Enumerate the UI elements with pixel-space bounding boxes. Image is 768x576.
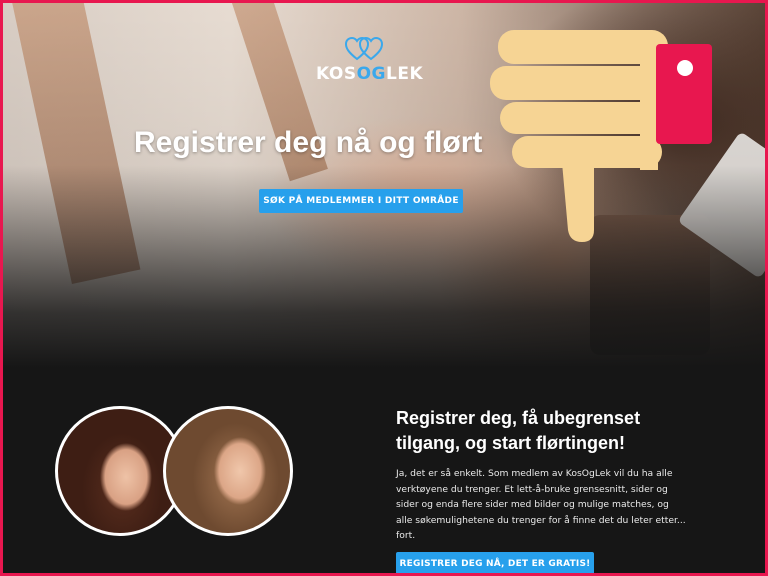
section-body: Ja, det er så enkelt. Som medlem av KosO… — [396, 468, 686, 541]
member-photo — [163, 406, 293, 536]
hero-title: Registrer deg nå og flørt — [134, 126, 483, 159]
site-logo[interactable]: KOSOGLEK — [316, 36, 424, 84]
search-members-button[interactable]: SØK PÅ MEDLEMMER I DITT OMRÅDE — [259, 189, 463, 213]
thumbs-down-icon — [490, 30, 712, 242]
register-button[interactable]: REGISTRER DEG NÅ, DET ER GRATIS! — [396, 552, 594, 576]
section-title: Registrer deg, få ubegrenset tilgang, og… — [396, 408, 641, 453]
logo-wordmark: KOSOGLEK — [316, 64, 424, 84]
hearts-icon — [344, 36, 384, 61]
